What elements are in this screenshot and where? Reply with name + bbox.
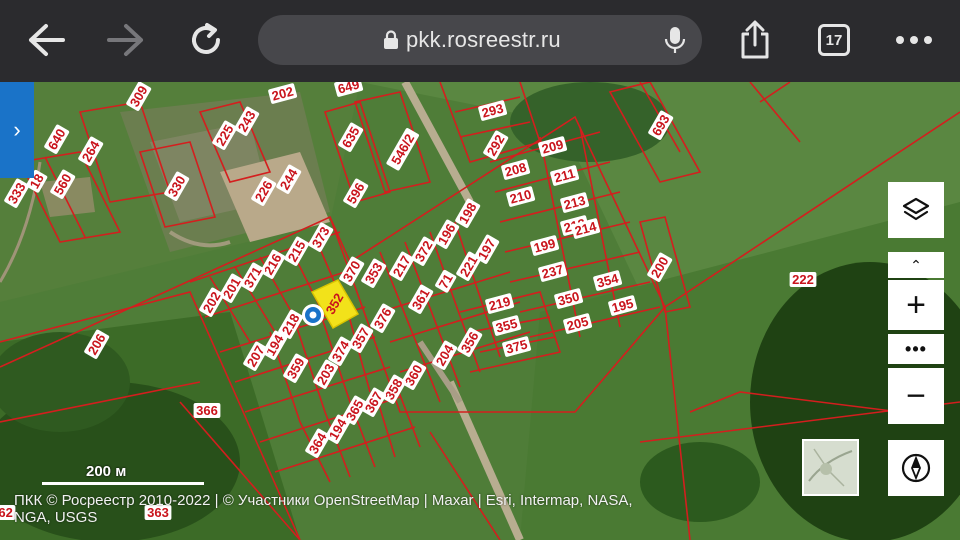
compass-icon [901,453,931,483]
microphone-icon[interactable] [662,26,688,54]
reload-icon [192,23,220,54]
zoom-in-label: + [906,286,926,324]
scale-bar [42,482,204,485]
lock-icon [384,30,398,49]
attribution-line-2: NGA, USGS [14,509,98,526]
more-zoom-button[interactable]: ••• [888,334,944,364]
share-icon [741,20,769,59]
scale-label: 200 м [86,463,127,480]
forward-arrow-icon [107,24,143,56]
parcel-label-text: 366 [196,403,218,418]
more-button[interactable] [886,12,942,68]
chevron-right-icon: › [13,117,21,142]
minimap-thumbnail[interactable] [802,439,859,496]
url-text: pkk.rosreestr.ru [406,27,561,52]
share-button[interactable] [727,12,783,68]
zoom-in-button[interactable]: + [888,280,944,330]
more-icon [896,36,932,44]
chevron-up-icon: ⌃ [910,256,922,273]
layers-button[interactable] [888,182,944,238]
address-bar[interactable]: pkk.rosreestr.ru [258,15,702,65]
compass-button[interactable] [888,440,944,496]
map-view[interactable]: 309 202 649 225 243 640 264 635 546/2 293 693 292 20… [0,82,960,540]
layers-icon [902,197,930,221]
back-button[interactable] [18,12,74,68]
attribution-line-1: ПКК © Росреестр 2010-2022 | © Участники … [14,492,633,509]
parcel-label-text: 222 [792,272,814,287]
zoom-out-label: − [906,377,926,415]
forward-button[interactable] [98,12,154,68]
parcel-label: 366 [193,403,221,418]
collapse-controls-button[interactable]: ⌃ [888,252,944,278]
more-zoom-label: ••• [905,338,927,359]
back-arrow-icon [29,24,65,56]
parcel-label: 222 [789,272,817,287]
tabs-button[interactable]: 17 [818,24,850,56]
location-marker-icon [302,304,324,326]
reload-button[interactable] [178,12,234,68]
side-panel-toggle[interactable]: › [0,82,34,178]
tabs-count: 17 [825,31,843,49]
parcel-label-text: 362 [0,505,13,520]
minimap-image [804,441,857,494]
browser-toolbar: pkk.rosreestr.ru 17 [0,0,960,82]
map-attribution: ПКК © Росреестр 2010-2022 | © Участники … [14,492,754,526]
zoom-out-button[interactable]: − [888,368,944,424]
